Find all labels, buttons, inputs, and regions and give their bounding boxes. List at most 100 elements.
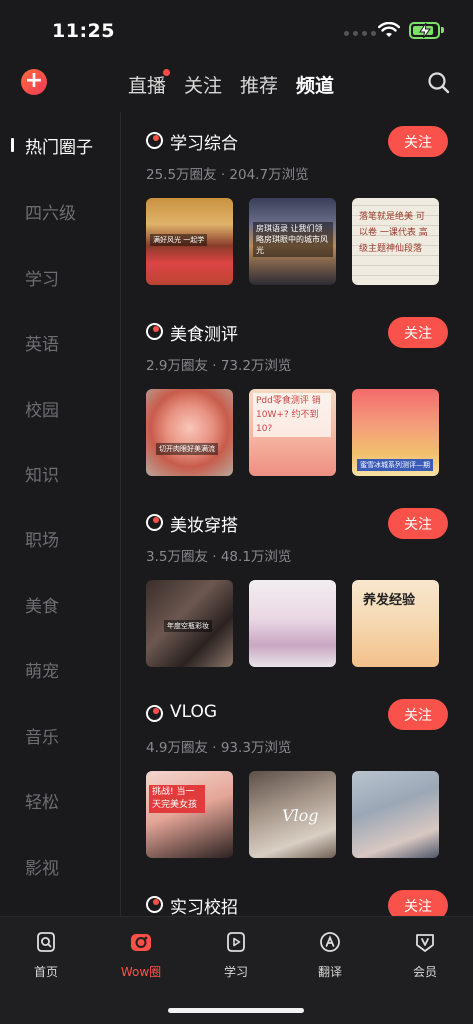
bottom-tab-home[interactable]: 首页 — [16, 930, 76, 980]
active-category-marker — [11, 138, 14, 152]
thumbnail-caption: 年度空瓶彩妆 — [164, 620, 212, 632]
circle-stats: 4.9万圈友 · 93.3万浏览 — [146, 740, 292, 756]
thumbnail-caption: 挑战! 当一天完美女孩 — [149, 785, 205, 813]
circle-stats: 25.5万圈友 · 204.7万浏览 — [146, 167, 309, 183]
circle-title: 学习综合 — [170, 134, 238, 154]
tab-recommend[interactable]: 推荐 — [240, 71, 278, 98]
sidebar-item-knowledge[interactable]: 知识 — [25, 461, 59, 486]
status-time: 11:25 — [52, 20, 115, 42]
circle-thumbnail[interactable]: 落笔就是绝美 可以卷 一课代表 高级主题神仙段落 — [352, 198, 439, 285]
circle-title: 实习校招 — [170, 898, 238, 918]
circle-thumbnails: 挑战! 当一天完美女孩 Vlog — [146, 771, 439, 858]
charging-bolt-icon — [419, 22, 431, 39]
sidebar-item-music[interactable]: 音乐 — [25, 723, 59, 748]
circle-thumbnail[interactable]: 年度空瓶彩妆 — [146, 580, 233, 667]
circle-list: 学习综合 25.5万圈友 · 204.7万浏览 关注 满好风光 一起学 房琪语录… — [121, 112, 473, 920]
circle-category-icon — [146, 514, 163, 531]
thumbnail-caption: Pdd零食测评 销10W+? 约不到10? — [253, 393, 331, 437]
circle-card-vlog[interactable]: VLOG 4.9万圈友 · 93.3万浏览 关注 挑战! 当一天完美女孩 Vlo… — [121, 685, 473, 875]
category-sidebar: 热门圈子 四六级 学习 英语 校园 知识 职场 美食 萌宠 音乐 轻松 影视 — [0, 112, 121, 920]
signal-dots-icon — [344, 31, 376, 36]
tab-live[interactable]: 直播 — [128, 69, 171, 98]
home-indicator[interactable] — [168, 1008, 304, 1013]
bottom-tab-label: 首页 — [33, 965, 58, 979]
sidebar-item-food[interactable]: 美食 — [25, 592, 59, 617]
vip-icon — [416, 934, 434, 952]
circle-thumbnail[interactable]: 房琪语录 让我们领略房琪眼中的城市风光 — [249, 198, 336, 285]
bottom-tab-label: 翻译 — [317, 965, 342, 979]
tab-recommend-label: 推荐 — [240, 75, 279, 97]
bottom-tab-vip[interactable]: 会员 — [395, 930, 455, 980]
add-button[interactable]: + — [21, 69, 47, 95]
sidebar-item-relax[interactable]: 轻松 — [25, 788, 59, 813]
top-navigation: + 直播 关注 推荐 频道 — [0, 62, 473, 104]
sidebar-item-hot-circles[interactable]: 热门圈子 — [25, 133, 93, 158]
circle-thumbnail[interactable] — [352, 771, 439, 858]
battery-cap — [441, 27, 444, 33]
live-badge-dot — [163, 69, 171, 76]
top-tabs: 直播 关注 推荐 频道 — [128, 69, 334, 98]
bottom-tab-learn[interactable]: 学习 — [206, 930, 266, 980]
sidebar-item-workplace[interactable]: 职场 — [25, 526, 59, 551]
plus-icon: + — [24, 68, 44, 93]
tab-channel[interactable]: 频道 — [296, 71, 334, 98]
status-bar: 11:25 — [0, 0, 473, 62]
circle-card-beauty-fashion[interactable]: 美妆穿搭 3.5万圈友 · 48.1万浏览 关注 年度空瓶彩妆 养发经验 — [121, 494, 473, 684]
bottom-tab-label: 会员 — [412, 965, 437, 979]
bottom-tab-label: 学习 — [223, 965, 248, 979]
circle-category-icon — [146, 323, 163, 340]
circle-category-icon — [146, 132, 163, 149]
circle-title: VLOG — [170, 702, 218, 722]
thumbnail-caption: 养发经验 — [363, 593, 416, 608]
circle-thumbnail[interactable]: 蜜雪冰城系列测评—期 — [352, 389, 439, 476]
sidebar-item-campus[interactable]: 校园 — [25, 396, 59, 421]
circle-thumbnail[interactable]: Vlog — [249, 771, 336, 858]
tab-following-label: 关注 — [184, 75, 223, 97]
play-learn-icon — [227, 932, 245, 952]
circle-title: 美妆穿搭 — [170, 516, 238, 536]
wifi-icon — [378, 22, 400, 37]
circle-thumbnail[interactable]: 满好风光 一起学 — [146, 198, 233, 285]
thumbnail-caption: 落笔就是绝美 可以卷 一课代表 高级主题神仙段落 — [359, 212, 428, 254]
tab-following[interactable]: 关注 — [184, 71, 222, 98]
circle-thumbnails: 满好风光 一起学 房琪语录 让我们领略房琪眼中的城市风光 落笔就是绝美 可以卷 … — [146, 198, 439, 285]
circle-stats: 3.5万圈友 · 48.1万浏览 — [146, 549, 292, 565]
circle-card-study[interactable]: 学习综合 25.5万圈友 · 204.7万浏览 关注 满好风光 一起学 房琪语录… — [121, 112, 473, 302]
thumbnail-caption: 切开肉眼好美满流 — [156, 443, 218, 455]
tab-live-label: 直播 — [128, 75, 167, 97]
circle-card-food-review[interactable]: 美食测评 2.9万圈友 · 73.2万浏览 关注 切开肉眼好美满流 Pdd零食测… — [121, 303, 473, 493]
bottom-tab-wow[interactable]: Wow圈 — [111, 930, 171, 980]
translate-icon — [320, 932, 340, 952]
circle-thumbnail[interactable]: 切开肉眼好美满流 — [146, 389, 233, 476]
sidebar-item-pets[interactable]: 萌宠 — [25, 657, 59, 682]
sidebar-item-study[interactable]: 学习 — [25, 265, 59, 290]
bottom-tab-label: Wow圈 — [120, 965, 162, 979]
circle-title: 美食测评 — [170, 325, 238, 345]
home-search-icon — [37, 932, 55, 952]
circle-stats: 2.9万圈友 · 73.2万浏览 — [146, 358, 292, 374]
thumbnail-caption: 满好风光 一起学 — [150, 234, 208, 246]
tab-channel-label: 频道 — [296, 75, 335, 97]
circle-card-internship[interactable]: 实习校招 关注 — [121, 876, 473, 920]
circle-category-icon — [146, 896, 163, 913]
circle-thumbnails: 切开肉眼好美满流 Pdd零食测评 销10W+? 约不到10? 蜜雪冰城系列测评—… — [146, 389, 439, 476]
circle-category-icon — [146, 705, 163, 722]
circle-thumbnails: 年度空瓶彩妆 养发经验 — [146, 580, 439, 667]
bottom-tab-translate[interactable]: 翻译 — [300, 930, 360, 980]
sidebar-item-english[interactable]: 英语 — [25, 330, 59, 355]
follow-button[interactable]: 关注 — [388, 317, 448, 348]
thumbnail-caption: 房琪语录 让我们领略房琪眼中的城市风光 — [253, 222, 333, 257]
sidebar-item-film[interactable]: 影视 — [25, 854, 59, 879]
circle-thumbnail[interactable]: Pdd零食测评 销10W+? 约不到10? — [249, 389, 336, 476]
sidebar-item-cet[interactable]: 四六级 — [25, 199, 76, 224]
follow-button[interactable]: 关注 — [388, 699, 448, 730]
thumbnail-caption: Vlog — [282, 806, 319, 825]
wow-circle-icon — [131, 934, 151, 951]
search-icon[interactable] — [428, 72, 450, 94]
circle-thumbnail[interactable]: 挑战! 当一天完美女孩 — [146, 771, 233, 858]
circle-thumbnail[interactable] — [249, 580, 336, 667]
circle-thumbnail[interactable]: 养发经验 — [352, 580, 439, 667]
follow-button[interactable]: 关注 — [388, 508, 448, 539]
follow-button[interactable]: 关注 — [388, 126, 448, 157]
thumbnail-caption: 蜜雪冰城系列测评—期 — [357, 459, 433, 471]
